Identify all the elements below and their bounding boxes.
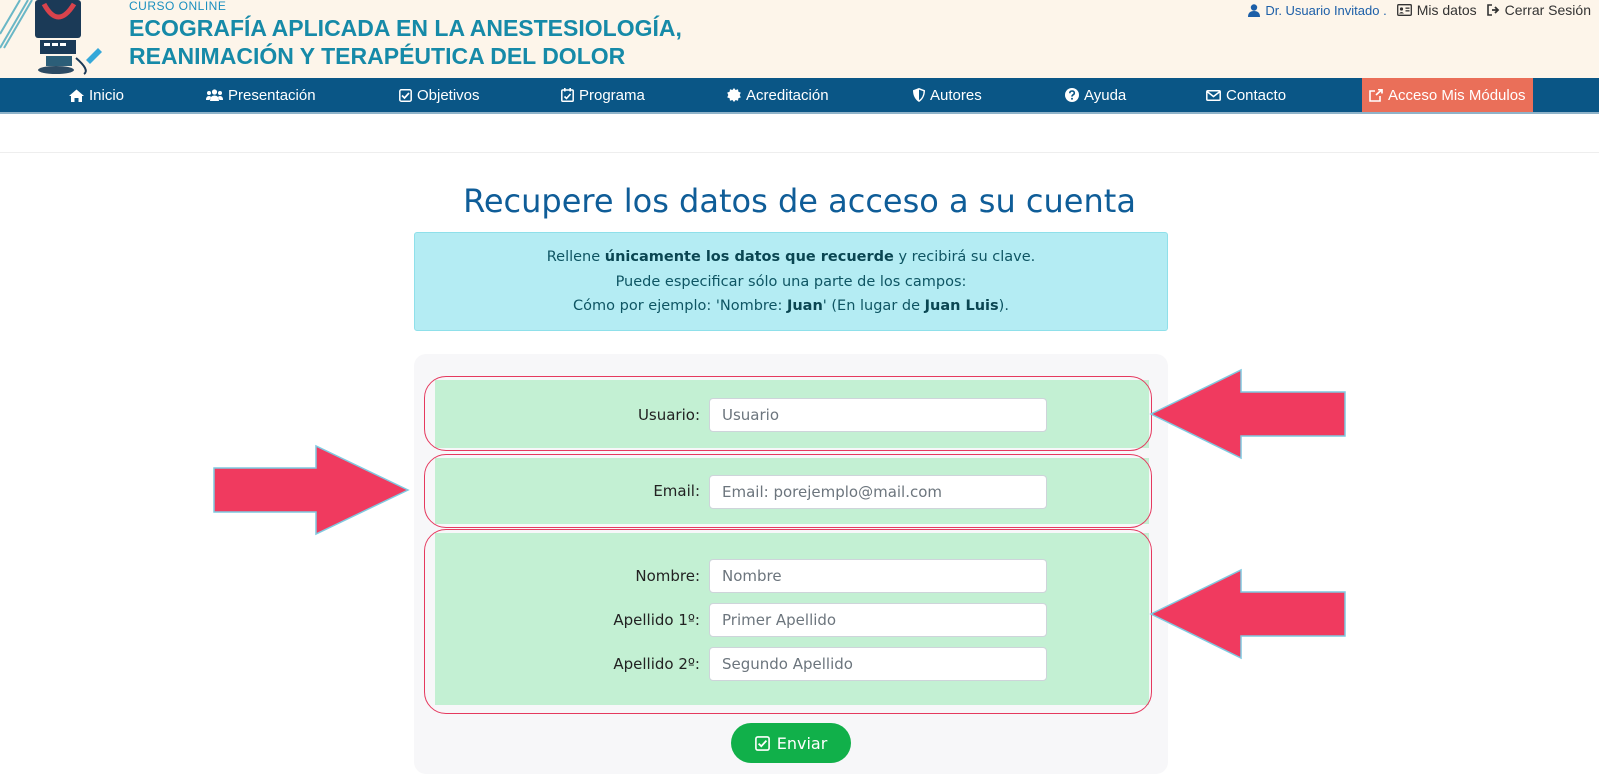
check-square-icon: [399, 88, 412, 102]
info-bold-text: únicamente los datos que recuerde: [604, 249, 894, 265]
nav-item-autores[interactable]: Autores: [913, 78, 982, 112]
course-kicker: CURSO ONLINE: [129, 0, 227, 13]
envelope-icon: [1206, 89, 1221, 101]
nav-item-contacto[interactable]: Contacto: [1206, 78, 1286, 112]
users-icon: [206, 89, 223, 101]
usuario-input[interactable]: [709, 398, 1047, 432]
nav-label: Ayuda: [1084, 86, 1127, 104]
info-alert: Rellene únicamente los datos que recuerd…: [414, 232, 1168, 331]
shield-icon: [913, 88, 925, 102]
user-profile-link[interactable]: Dr. Usuario Invitado .: [1248, 2, 1387, 18]
arrow-right-icon: [213, 444, 410, 536]
nav-item-acreditacion[interactable]: Acreditación: [727, 78, 829, 112]
course-title-line-2: REANIMACIÓN Y TERAPÉUTICA DEL DOLOR: [129, 43, 626, 69]
info-line-3: Cómo por ejemplo: 'Nombre: Juan' (En lug…: [415, 294, 1167, 319]
arrow-left-icon: [1149, 368, 1346, 460]
nav-item-inicio[interactable]: Inicio: [69, 78, 124, 112]
course-title-line-1: ECOGRAFÍA APLICADA EN LA ANESTESIOLOGÍA,: [129, 15, 682, 41]
nav-item-programa[interactable]: Programa: [561, 78, 645, 112]
arrow-left-icon: [1149, 568, 1346, 660]
page-title: Recupere los datos de acceso a su cuenta: [463, 182, 1136, 220]
home-icon: [69, 89, 84, 102]
info-text: ).: [998, 298, 1009, 314]
info-text: ' (En lugar de: [822, 298, 925, 314]
submit-button[interactable]: Enviar: [731, 723, 851, 763]
nav-item-acceso-mis-modulos[interactable]: Acceso Mis Módulos: [1362, 78, 1533, 112]
nav-label: Contacto: [1226, 86, 1287, 104]
certificate-icon: [727, 88, 741, 102]
my-data-link[interactable]: Mis datos: [1396, 2, 1477, 18]
user-name: Dr. Usuario Invitado .: [1265, 2, 1387, 18]
logout-label: Cerrar Sesión: [1504, 2, 1591, 18]
user-bar: Dr. Usuario Invitado . Mis datos Cerrar …: [1248, 0, 1591, 20]
nav-label: Acreditación: [746, 86, 829, 104]
ultrasound-logo-icon: [0, 0, 102, 75]
calendar-check-icon: [561, 88, 574, 102]
external-link-icon: [1369, 88, 1383, 102]
my-data-label: Mis datos: [1416, 2, 1477, 18]
check-square-icon: [754, 735, 770, 751]
site-header: CURSO ONLINE ECOGRAFÍA APLICADA EN LA AN…: [0, 0, 1599, 78]
info-text: Rellene: [546, 249, 605, 265]
info-bold-text: Juan Luis: [924, 298, 999, 314]
id-card-icon: [1396, 4, 1412, 16]
info-text: y recibirá su clave.: [893, 249, 1036, 265]
nav-label: Programa: [579, 86, 645, 104]
email-label: Email:: [653, 482, 700, 500]
question-circle-icon: [1065, 88, 1079, 102]
nav-label: Inicio: [89, 86, 125, 104]
info-text: Cómo por ejemplo: 'Nombre:: [573, 298, 787, 314]
nav-label: Objetivos: [417, 86, 480, 104]
apellido1-label: Apellido 1º:: [613, 611, 700, 629]
email-input[interactable]: [709, 475, 1047, 509]
user-icon: [1248, 3, 1261, 17]
nav-item-ayuda[interactable]: Ayuda: [1065, 78, 1126, 112]
submit-label: Enviar: [776, 733, 828, 753]
usuario-label: Usuario:: [637, 406, 700, 424]
apellido1-input[interactable]: [709, 603, 1047, 637]
info-line-2: Puede especificar sólo una parte de los …: [615, 273, 967, 290]
nav-label: Presentación: [228, 86, 316, 104]
nombre-input[interactable]: [709, 559, 1047, 593]
nav-label: Autores: [930, 86, 982, 104]
nav-item-presentacion[interactable]: Presentación: [206, 78, 316, 112]
nav-label: Acceso Mis Módulos: [1388, 86, 1526, 104]
info-bold-text: Juan: [786, 298, 823, 314]
sign-out-icon: [1486, 4, 1499, 16]
nav-item-objetivos[interactable]: Objetivos: [399, 78, 480, 112]
main-nav: Inicio Presentación Objetivos Programa A…: [0, 78, 1599, 114]
divider: [0, 152, 1599, 153]
apellido2-input[interactable]: [709, 647, 1047, 681]
logout-link[interactable]: Cerrar Sesión: [1486, 2, 1591, 18]
info-line-1: Rellene únicamente los datos que recuerd…: [415, 245, 1167, 270]
apellido2-label: Apellido 2º:: [613, 655, 700, 673]
course-title: ECOGRAFÍA APLICADA EN LA ANESTESIOLOGÍA,…: [129, 14, 682, 70]
nombre-label: Nombre:: [635, 567, 700, 585]
